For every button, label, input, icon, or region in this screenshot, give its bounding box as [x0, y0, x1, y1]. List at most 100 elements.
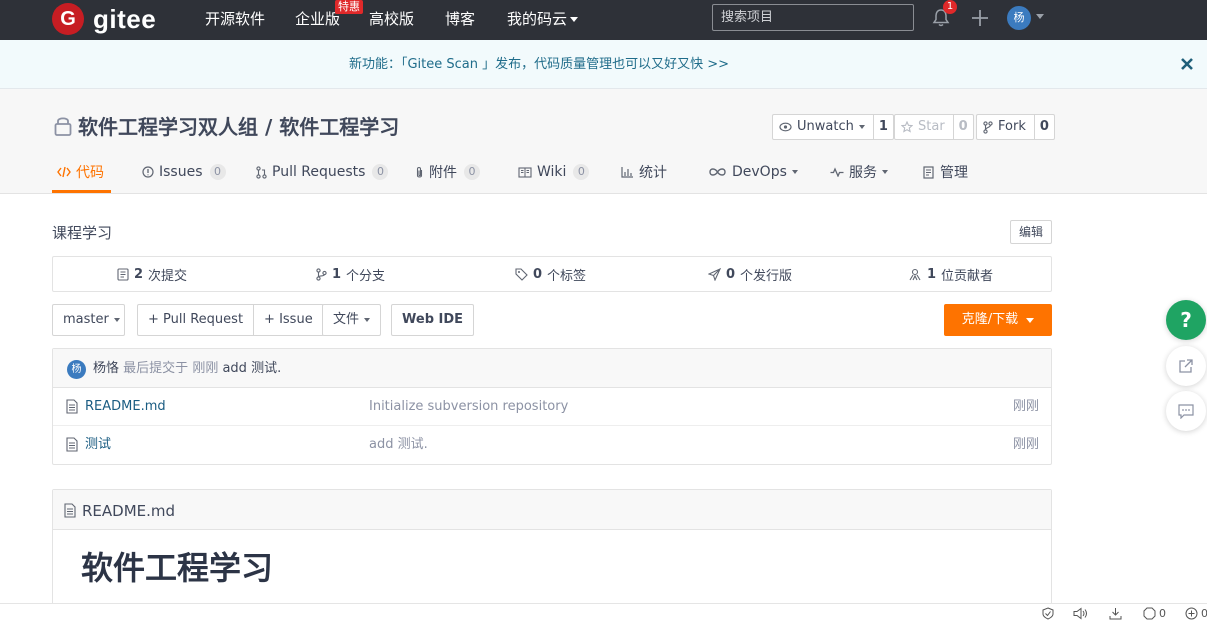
top-navbar: G gitee 开源软件 企业版 特惠 高校版 博客 我的码云 1 杨: [0, 0, 1207, 40]
file-row[interactable]: README.md Initialize subversion reposito…: [53, 388, 1051, 426]
stat-number: 1: [332, 266, 342, 282]
tab-wiki[interactable]: Wiki 0: [518, 162, 590, 182]
stat-tags[interactable]: 0 个标签: [515, 257, 586, 291]
gitee-logo-icon: G: [52, 3, 84, 35]
tab-label: 统计: [639, 165, 667, 181]
stat-number: 0: [726, 266, 736, 282]
tab-count: 0: [573, 164, 590, 180]
file-commit-message[interactable]: Initialize subversion repository: [369, 398, 568, 416]
readme-header: README.md: [53, 490, 1051, 530]
search-input[interactable]: [712, 4, 914, 31]
fork-button[interactable]: Fork 0: [976, 114, 1055, 140]
feedback-button[interactable]: [1166, 391, 1206, 431]
gitee-logo[interactable]: G gitee: [52, 3, 156, 35]
file-time: 刚刚: [1012, 437, 1039, 452]
user-avatar[interactable]: 杨: [1007, 6, 1031, 30]
notification-count: 1: [943, 0, 957, 14]
last-commit-info: 杨恪 最后提交于 刚刚 add 测试.: [93, 360, 281, 378]
commit-author-avatar[interactable]: 杨: [67, 360, 86, 379]
edit-description-button[interactable]: 编辑: [1010, 220, 1052, 244]
stat-label: 个标签: [547, 268, 587, 284]
nav-open-source[interactable]: 开源软件: [205, 9, 265, 29]
tab-code[interactable]: 代码: [57, 162, 104, 182]
stat-branches[interactable]: 1 个分支: [316, 257, 385, 291]
file-menu-button[interactable]: 文件: [322, 304, 382, 336]
help-button[interactable]: ?: [1166, 300, 1206, 340]
fork-count[interactable]: 0: [1033, 115, 1054, 139]
fork-icon: [983, 120, 993, 134]
chevron-down-icon[interactable]: [1036, 14, 1044, 19]
stat-contributors[interactable]: 1 位贡献者: [908, 257, 993, 291]
shield-icon[interactable]: [1042, 606, 1054, 620]
star-count[interactable]: 0: [952, 115, 973, 139]
tab-label: 服务: [849, 165, 877, 181]
tab-label: DevOps: [732, 164, 787, 180]
file-menu-inner: 文件: [323, 305, 380, 335]
readme-filename[interactable]: README.md: [82, 501, 175, 521]
file-name[interactable]: 测试: [85, 436, 111, 454]
adblock-count: 0: [1159, 606, 1166, 620]
fork-label-wrap[interactable]: Fork: [977, 115, 1034, 139]
repo-title[interactable]: 软件工程学习双人组 / 软件工程学习: [78, 113, 399, 141]
browser-status-bar: 0 0: [0, 603, 1207, 621]
code-icon: [57, 166, 71, 178]
tab-label: 代码: [76, 165, 104, 181]
chevron-down-icon: [791, 170, 798, 174]
paperclip-icon: [416, 166, 423, 178]
tab-pull-requests[interactable]: Pull Requests 0: [256, 162, 389, 182]
new-pull-request-button[interactable]: + Pull Request: [138, 305, 253, 335]
nav-education[interactable]: 高校版: [369, 9, 414, 29]
tab-attachments[interactable]: 附件 0: [415, 162, 480, 182]
web-ide-button[interactable]: Web IDE: [391, 304, 475, 336]
star-label-wrap[interactable]: Star: [895, 115, 953, 139]
nav-enterprise[interactable]: 企业版: [295, 9, 340, 29]
tab-devops[interactable]: DevOps: [708, 162, 798, 182]
commit-message[interactable]: add 测试.: [222, 361, 281, 376]
adblock-counter[interactable]: 0: [1143, 606, 1166, 620]
send-icon: [708, 267, 721, 281]
watch-button[interactable]: Unwatch 1: [772, 114, 894, 140]
gitee-logo-text: gitee: [93, 3, 157, 34]
star-button[interactable]: Star 0: [894, 114, 974, 140]
new-issue-button[interactable]: + Issue: [253, 305, 323, 335]
repo-description: 课程学习: [52, 224, 113, 242]
hot-badge: 特惠: [335, 0, 363, 14]
file-icon: [66, 399, 78, 414]
announcement-text[interactable]: 新功能：「Gitee Scan 」发布，代码质量管理也可以又好又快 >>: [0, 55, 1078, 75]
plus-icon[interactable]: [970, 8, 990, 28]
nav-my-gitee-label: 我的码云: [507, 10, 568, 28]
tab-issues[interactable]: Issues 0: [142, 162, 226, 182]
commit-author[interactable]: 杨恪: [93, 361, 119, 376]
tab-count: 0: [209, 164, 226, 180]
chevron-down-icon: [1026, 317, 1035, 323]
share-button[interactable]: [1166, 346, 1206, 386]
watch-count[interactable]: 1: [872, 115, 893, 139]
tab-label: Pull Requests: [272, 164, 366, 180]
stat-number: 1: [927, 266, 937, 282]
fork-label: Fork: [998, 119, 1026, 134]
file-row[interactable]: 测试 add 测试. 刚刚: [53, 426, 1051, 464]
watch-label-wrap[interactable]: Unwatch: [773, 115, 873, 139]
tab-label: Issues: [159, 164, 203, 180]
zoom-counter[interactable]: 0: [1185, 606, 1207, 620]
branch-select[interactable]: master: [52, 304, 125, 336]
stat-releases[interactable]: 0 个发行版: [708, 257, 792, 291]
file-name[interactable]: README.md: [85, 398, 166, 416]
tab-statistics[interactable]: 统计: [621, 162, 667, 182]
nav-blog[interactable]: 博客: [445, 9, 475, 29]
close-icon[interactable]: [1180, 57, 1194, 71]
file-commit-message[interactable]: add 测试.: [369, 436, 428, 454]
file-icon: [64, 503, 76, 518]
lock-icon: [54, 117, 72, 136]
stat-commits[interactable]: 2 次提交: [117, 257, 187, 291]
tab-count: 0: [372, 164, 389, 180]
tab-services[interactable]: 服务: [830, 162, 888, 182]
issue-icon: [142, 166, 154, 178]
speaker-icon[interactable]: [1073, 606, 1088, 620]
contributors-icon: [909, 268, 921, 280]
clone-label: 克隆/下载: [961, 312, 1019, 327]
download-icon[interactable]: [1109, 606, 1122, 620]
clone-download-button[interactable]: 克隆/下载: [944, 304, 1052, 336]
nav-my-gitee[interactable]: 我的码云: [507, 9, 579, 29]
tab-manage[interactable]: 管理: [923, 162, 968, 182]
